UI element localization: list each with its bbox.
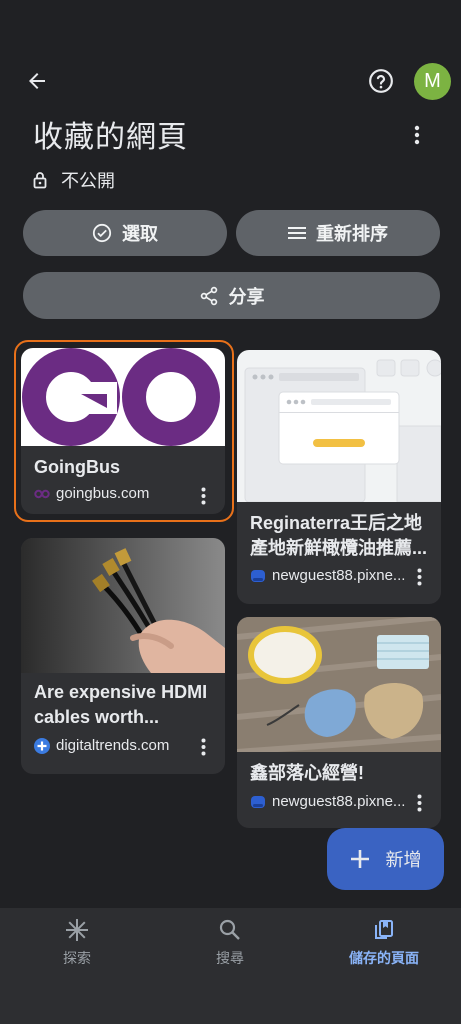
favicon-icon: [34, 737, 50, 754]
card-more-button[interactable]: [195, 484, 211, 508]
card-title: GoingBus: [34, 457, 120, 477]
card-thumbnail: [21, 348, 225, 446]
help-icon: [369, 69, 393, 93]
arrow-back-icon: [29, 73, 45, 89]
hdmi-cable-photo: [21, 538, 225, 675]
card-more-button[interactable]: [411, 565, 427, 589]
card-source: newguest88.pixne...: [250, 567, 407, 584]
saved-page-card[interactable]: Reginaterra王后之地產地新鮮橄欖油推薦... newguest88.p…: [237, 350, 441, 604]
collections-icon: [375, 920, 393, 939]
nav-item-saved-pages[interactable]: 儲存的頁面: [307, 908, 461, 988]
select-label: 選取: [122, 224, 158, 244]
avatar[interactable]: M: [414, 63, 451, 100]
more-vert-icon: [201, 487, 205, 505]
face-masks-photo: [237, 617, 441, 755]
card-title: 鑫部落心經營!: [250, 763, 364, 783]
page-title: 收藏的網頁: [33, 121, 188, 154]
nav-label-saved-pages: 儲存的頁面: [349, 950, 419, 966]
add-new-button[interactable]: 新增: [327, 828, 444, 890]
reorder-button[interactable]: 重新排序: [236, 210, 440, 256]
favicon-icon: [251, 795, 265, 808]
card-source-label: digitaltrends.com: [56, 737, 170, 754]
card-thumbnail: [21, 538, 225, 675]
card-more-button[interactable]: [195, 735, 211, 759]
more-vert-icon: [201, 738, 205, 756]
card-source-label: goingbus.com: [56, 485, 150, 502]
asterisk-icon: [66, 919, 88, 941]
card-thumbnail: [237, 617, 441, 755]
share-button[interactable]: 分享: [23, 272, 440, 319]
card-title: Reginaterra王后之地產地新鮮橄欖油推薦...: [250, 513, 428, 558]
nav-label-discover: 探索: [63, 950, 91, 966]
nav-item-search[interactable]: 搜尋: [153, 908, 307, 988]
share-icon: [200, 286, 217, 305]
card-source: newguest88.pixne...: [250, 793, 407, 810]
share-label: 分享: [228, 286, 265, 307]
card-title: Are expensive HDMI cables worth...: [34, 682, 208, 727]
goingbus-logo-image: [22, 348, 220, 446]
help-button[interactable]: [367, 67, 395, 95]
browser-placeholder-image: [244, 359, 441, 503]
reorder-icon: [288, 227, 306, 239]
saved-page-card[interactable]: GoingBus goingbus.com: [21, 348, 225, 514]
privacy-status: 不公開: [33, 168, 115, 192]
lock-icon: [33, 172, 47, 189]
search-icon: [219, 919, 240, 940]
card-source-label: newguest88.pixne...: [272, 567, 406, 584]
avatar-letter: M: [424, 70, 441, 92]
more-vert-icon: [417, 568, 421, 586]
bottom-navigation: 探索 搜尋 儲存的頁面: [0, 908, 461, 1024]
saved-page-card[interactable]: 鑫部落心經營! newguest88.pixne...: [237, 617, 441, 828]
card-thumbnail: [237, 350, 441, 503]
favicon-icon: [34, 489, 50, 498]
add-new-label: 新增: [385, 850, 422, 870]
card-source-label: newguest88.pixne...: [272, 793, 406, 810]
more-vert-icon: [417, 794, 421, 812]
check-circle-icon: [92, 223, 112, 243]
nav-label-search: 搜尋: [216, 950, 244, 966]
privacy-label: 不公開: [61, 171, 115, 191]
nav-item-discover[interactable]: 探索: [0, 908, 154, 988]
more-vert-icon: [414, 125, 420, 145]
card-source: goingbus.com: [34, 485, 191, 502]
more-options-button[interactable]: [404, 122, 430, 148]
back-button[interactable]: [22, 66, 52, 96]
card-source: digitaltrends.com: [34, 737, 191, 754]
reorder-label: 重新排序: [316, 224, 388, 244]
saved-page-card[interactable]: Are expensive HDMI cables worth... digit…: [21, 538, 225, 774]
select-button[interactable]: 選取: [23, 210, 227, 256]
favicon-icon: [251, 569, 265, 582]
plus-icon: [350, 850, 369, 868]
card-more-button[interactable]: [411, 791, 427, 815]
